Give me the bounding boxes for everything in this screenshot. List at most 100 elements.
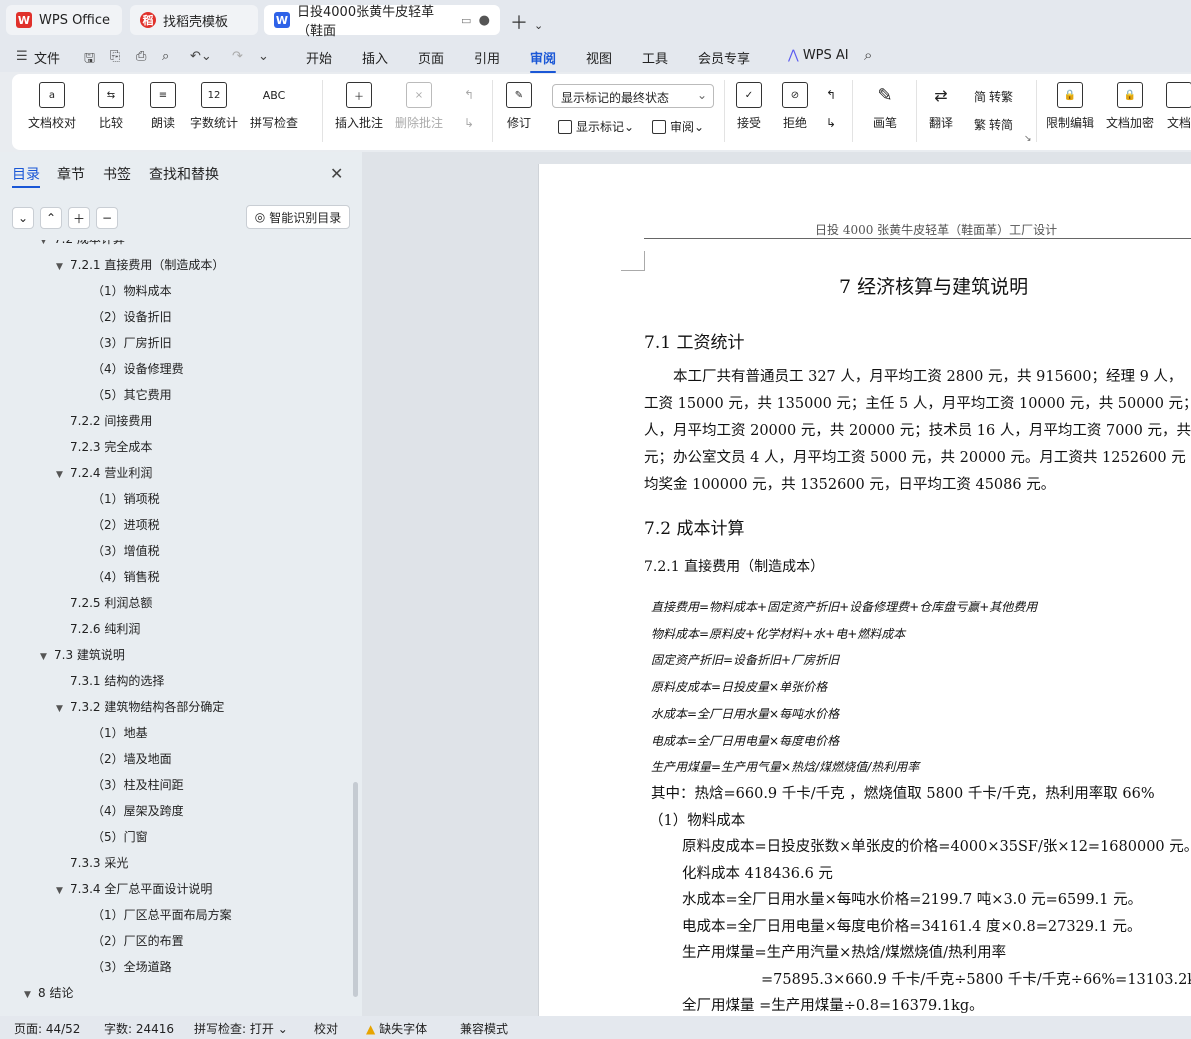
encrypt-button[interactable]: 🔒 文档加密 <box>1106 82 1154 131</box>
redo-icon[interactable]: ↷ <box>232 49 243 64</box>
expand-triangle-icon[interactable]: ▼ <box>56 696 70 722</box>
prev-comment-icon[interactable]: ↰ <box>464 88 474 102</box>
print-icon[interactable]: ⎙ <box>136 49 146 64</box>
expand-group-icon[interactable]: ↘ <box>1024 134 1032 144</box>
more-chevron-icon[interactable]: ⌄ <box>258 49 269 64</box>
menu-insert[interactable]: 插入 <box>362 48 388 67</box>
collapse-down-button[interactable]: ⌄ <box>12 207 34 229</box>
toc-item[interactable]: （1）厂区总平面布局方案 <box>92 902 232 928</box>
toc-item[interactable]: （4）销售税 <box>92 564 160 590</box>
save-icon[interactable]: 🖫 <box>84 49 95 71</box>
toc-item[interactable]: （3）柱及柱间距 <box>92 772 184 798</box>
missing-font-status[interactable]: ▲ 缺失字体 <box>366 1020 427 1037</box>
toc-item[interactable]: （2）厂区的布置 <box>92 928 184 954</box>
menu-home[interactable]: 开始 <box>306 48 332 67</box>
show-markup-button[interactable]: 显示标记 ⌄ <box>558 118 634 135</box>
prev-change-icon[interactable]: ↰ <box>826 88 836 102</box>
insert-comment-button[interactable]: ＋ 插入批注 <box>335 82 383 131</box>
doc-check-button[interactable]: a 文档校对 <box>28 82 76 131</box>
toc-item[interactable]: 7.2.5 利润总额 <box>70 590 152 616</box>
menu-reference[interactable]: 引用 <box>474 48 500 67</box>
remove-heading-button[interactable]: − <box>96 207 118 229</box>
close-panel-icon[interactable]: ✕ <box>330 164 343 183</box>
toc-item[interactable]: ▼ 7.2.1 直接费用（制造成本） <box>56 252 224 278</box>
delete-comment-button[interactable]: × 删除批注 <box>395 82 443 131</box>
toc-item[interactable]: （3）厂房折旧 <box>92 330 172 356</box>
tab-template[interactable]: 稻 找稻壳模板 <box>130 5 258 35</box>
next-comment-icon[interactable]: ↳ <box>464 116 474 130</box>
toc-item[interactable]: （1）地基 <box>92 720 148 746</box>
toc-item[interactable]: （5）其它费用 <box>92 382 172 408</box>
tab-find-replace[interactable]: 查找和替换 <box>149 164 219 184</box>
to-traditional-button[interactable]: 简转繁 <box>974 88 1013 105</box>
hamburger-icon[interactable]: ☰ <box>16 49 28 64</box>
read-aloud-button[interactable]: ≡ 朗读 <box>150 82 176 131</box>
menu-tools[interactable]: 工具 <box>642 48 668 67</box>
close-dot-icon[interactable]: ● <box>479 13 490 28</box>
share-icon[interactable]: ⎘ <box>110 49 120 64</box>
next-change-icon[interactable]: ↳ <box>826 116 836 130</box>
tab-bookmarks[interactable]: 书签 <box>103 164 131 184</box>
reject-button[interactable]: ⊘ 拒绝 <box>782 82 808 131</box>
toc-item[interactable]: （2）墙及地面 <box>92 746 172 772</box>
new-tab-button[interactable]: ＋ ⌄ <box>510 9 543 35</box>
word-count-status[interactable]: 字数: 24416 <box>104 1020 174 1037</box>
toc-item[interactable]: ▼ 7.3.4 全厂总平面设计说明 <box>56 876 212 902</box>
menu-page[interactable]: 页面 <box>418 48 444 67</box>
markup-state-select[interactable]: 显示标记的最终状态 ⌄ <box>552 84 714 108</box>
toc-item[interactable]: 7.2.2 间接费用 <box>70 408 152 434</box>
toc-item[interactable]: 7.3.3 采光 <box>70 850 128 876</box>
expand-triangle-icon[interactable]: ▼ <box>40 644 54 670</box>
search-icon[interactable]: ⌕ <box>864 46 872 64</box>
pen-button[interactable]: ✎ 画笔 <box>872 82 898 131</box>
toc-item[interactable]: （1）销项税 <box>92 486 160 512</box>
expand-triangle-icon[interactable]: ▼ <box>40 240 54 254</box>
menu-member[interactable]: 会员专享 <box>698 48 750 67</box>
toc-item[interactable]: 7.2.6 纯利润 <box>70 616 140 642</box>
tab-sections[interactable]: 章节 <box>57 164 85 184</box>
toc-item[interactable]: （1）物料成本 <box>92 278 172 304</box>
tab-wps-office[interactable]: W WPS Office <box>6 5 122 35</box>
toc-item[interactable]: （4）屋架及跨度 <box>92 798 184 824</box>
toc-item[interactable]: 7.3.1 结构的选择 <box>70 668 164 694</box>
review-pane-button[interactable]: 审阅 ⌄ <box>652 118 704 135</box>
expand-triangle-icon[interactable]: ▼ <box>56 462 70 488</box>
toc-item[interactable]: ▼7.2 成本计算 <box>40 240 125 252</box>
spell-check-status[interactable]: 拼写检查: 打开 ⌄ <box>194 1020 288 1037</box>
menu-view[interactable]: 视图 <box>586 48 612 67</box>
undo-icon[interactable]: ↶⌄ <box>190 49 212 64</box>
collapse-up-button[interactable]: ⌃ <box>40 207 62 229</box>
toc-item[interactable]: （2）进项税 <box>92 512 160 538</box>
toc-item[interactable]: （3）全场道路 <box>92 954 172 980</box>
print-preview-icon[interactable]: ⌕ <box>162 49 169 64</box>
revise-button[interactable]: ✎ 修订 <box>506 82 532 131</box>
expand-triangle-icon[interactable]: ▼ <box>56 878 70 904</box>
word-count-button[interactable]: 12 字数统计 <box>190 82 238 131</box>
compare-button[interactable]: ⇆ 比较 <box>98 82 124 131</box>
spell-check-button[interactable]: ABC 拼写检查 <box>250 82 298 131</box>
doc-more-button[interactable]: 文档 <box>1166 82 1191 131</box>
page-indicator[interactable]: 页面: 44/52 <box>14 1020 80 1037</box>
toc-item[interactable]: （5）门窗 <box>92 824 148 850</box>
to-simplified-button[interactable]: 繁转简 <box>974 116 1013 133</box>
proof-status[interactable]: 校对 <box>314 1020 338 1037</box>
tab-toc[interactable]: 目录 <box>12 164 40 188</box>
toc-item[interactable]: ▼ 7.2.4 营业利润 <box>56 460 152 486</box>
expand-triangle-icon[interactable]: ▼ <box>24 982 38 1008</box>
toc-scrollbar[interactable] <box>353 782 358 997</box>
add-heading-button[interactable]: ＋ <box>68 207 90 229</box>
toc-item[interactable]: ▼ 7.3 建筑说明 <box>40 642 125 668</box>
accept-button[interactable]: ✓ 接受 <box>736 82 762 131</box>
expand-triangle-icon[interactable]: ▼ <box>56 254 70 280</box>
chevron-down-icon[interactable]: ⌄ <box>534 19 543 32</box>
smart-toc-button[interactable]: ◎ 智能识别目录 <box>246 205 350 229</box>
restrict-edit-button[interactable]: 🔒 限制编辑 <box>1046 82 1094 131</box>
toc-item[interactable]: （2）设备折旧 <box>92 304 172 330</box>
translate-button[interactable]: ⇄ 翻译 <box>928 82 954 131</box>
tab-document[interactable]: W 日投4000张黄牛皮轻革（鞋面 ▭ ● <box>264 5 500 39</box>
toc-item[interactable]: （3）增值税 <box>92 538 160 564</box>
toc-item[interactable]: （4）设备修理费 <box>92 356 184 382</box>
menu-file[interactable]: 文件 <box>34 48 60 67</box>
toc-item[interactable]: ▼ 7.3.2 建筑物结构各部分确定 <box>56 694 224 720</box>
wps-ai-button[interactable]: ⋀ WPS AI <box>788 48 849 63</box>
